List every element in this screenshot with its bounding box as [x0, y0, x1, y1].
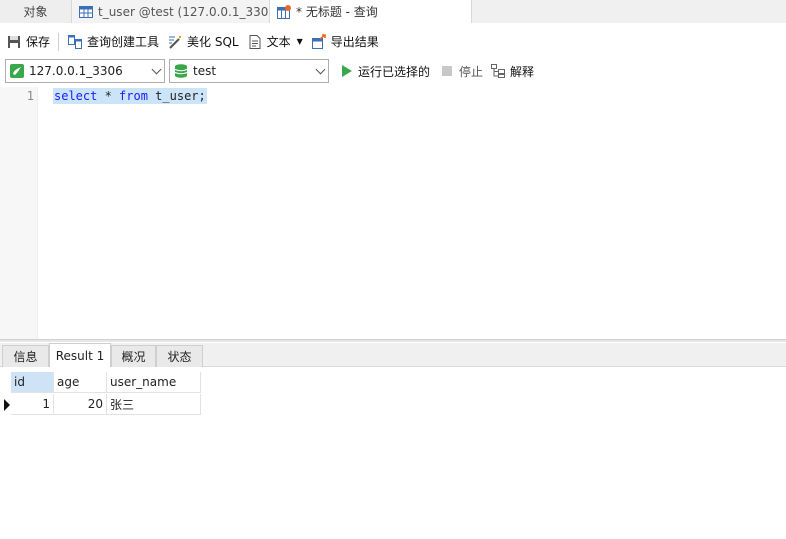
cell-age-value: 20: [87, 397, 103, 411]
keyword-from: from: [119, 89, 148, 103]
server-connection-icon: [9, 63, 25, 79]
tab-status[interactable]: 状态: [156, 345, 203, 367]
tab-query-label: * 无标题 - 查询: [296, 5, 378, 19]
column-header-age[interactable]: age: [54, 372, 107, 393]
magic-wand-icon: [167, 34, 183, 50]
tab-info-label: 信息: [13, 350, 38, 364]
chevron-down-icon: [315, 64, 326, 75]
explain-label: 解释: [510, 64, 535, 79]
save-button[interactable]: 保存: [2, 31, 54, 53]
save-icon: [6, 34, 22, 50]
play-icon: [338, 63, 354, 79]
export-results-button[interactable]: 导出结果: [307, 31, 383, 53]
text-label: 文本: [266, 35, 291, 49]
save-label: 保存: [26, 35, 51, 49]
pane-splitter[interactable]: [0, 339, 786, 342]
result-tab-bar: 信息 Result 1 概况 状态: [0, 343, 786, 367]
tab-objects[interactable]: 对象: [0, 0, 72, 23]
sql-code-line[interactable]: select * from t_user;: [53, 88, 207, 104]
server-select[interactable]: 127.0.0.1_3306: [5, 59, 165, 83]
chevron-down-icon: [151, 64, 162, 75]
tab-table-t-user[interactable]: t_user @test (127.0.0.1_3306...: [72, 0, 270, 23]
tab-query-untitled[interactable]: * 无标题 - 查询: [270, 0, 472, 23]
query-toolbar: 保存 查询创建工具 美化 SQL 文本 ▼ 导出结果: [0, 29, 786, 54]
table-row-cell-age[interactable]: 20: [54, 394, 107, 415]
run-selected-button[interactable]: 运行已选择的: [334, 60, 434, 82]
tab-objects-label: 对象: [23, 5, 48, 19]
beautify-sql-button[interactable]: 美化 SQL: [163, 31, 243, 53]
export-results-label: 导出结果: [330, 35, 379, 49]
document-icon: [247, 34, 263, 50]
line-number-gutter: 1: [0, 87, 38, 339]
stop-label: 停止: [459, 64, 484, 79]
row-indicator-icon: [4, 399, 10, 411]
tab-result-1[interactable]: Result 1: [49, 343, 111, 367]
column-header-id[interactable]: id: [11, 372, 54, 393]
explain-icon: [490, 63, 506, 79]
column-header-id-label: id: [14, 375, 25, 389]
run-selected-label: 运行已选择的: [358, 64, 431, 79]
table-row-cell-id[interactable]: 1: [11, 394, 54, 415]
query-builder-icon: [67, 34, 83, 50]
explain-button[interactable]: 解释: [486, 60, 538, 82]
line-number: 1: [26, 89, 34, 103]
tab-table-label: t_user @test (127.0.0.1_3306...: [98, 4, 270, 19]
query-icon: [276, 4, 292, 20]
server-select-value: 127.0.0.1_3306: [29, 64, 123, 78]
query-builder-label: 查询创建工具: [87, 35, 160, 49]
database-select-value: test: [193, 64, 217, 78]
tab-result-1-label: Result 1: [55, 348, 105, 363]
column-header-user-name-label: user_name: [110, 375, 177, 389]
document-tab-bar: 对象 t_user @test (127.0.0.1_3306... * 无标题…: [0, 0, 786, 23]
beautify-sql-label: 美化 SQL: [187, 35, 239, 49]
toolbar-divider: [58, 32, 60, 51]
query-builder-button[interactable]: 查询创建工具: [63, 31, 163, 53]
table-icon: [78, 4, 94, 20]
tab-info[interactable]: 信息: [2, 345, 49, 367]
code-table-name: t_user;: [147, 89, 206, 103]
column-header-age-label: age: [57, 375, 80, 389]
database-select[interactable]: test: [169, 59, 329, 83]
keyword-select: select: [54, 89, 98, 103]
column-header-user-name[interactable]: user_name: [107, 372, 201, 393]
sql-editor[interactable]: 1 select * from t_user;: [0, 87, 786, 339]
stop-icon: [439, 63, 455, 79]
tab-status-label: 状态: [167, 350, 192, 364]
tab-overview-label: 概况: [121, 350, 146, 364]
table-row-cell-user-name[interactable]: 张三: [107, 394, 201, 415]
stop-button[interactable]: 停止: [435, 60, 487, 82]
cell-id-value: 1: [42, 397, 50, 411]
cell-user-name-value: 张三: [110, 397, 135, 412]
code-star: *: [97, 89, 120, 103]
text-dropdown-icon: ▼: [296, 37, 303, 46]
export-icon: [311, 33, 327, 50]
database-icon: [173, 63, 189, 79]
tab-overview[interactable]: 概况: [111, 345, 156, 367]
text-button[interactable]: 文本 ▼: [243, 31, 307, 53]
